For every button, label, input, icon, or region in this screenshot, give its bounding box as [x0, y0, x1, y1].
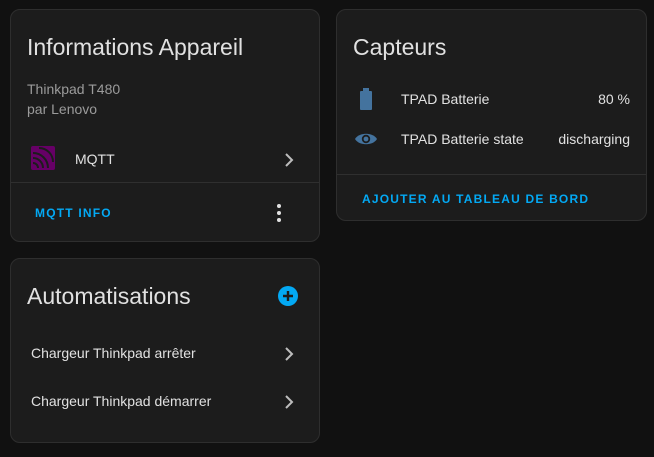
sensor-name: TPAD Batterie — [401, 91, 490, 107]
more-vertical-icon[interactable] — [273, 202, 285, 224]
device-info-title: Informations Appareil — [27, 34, 244, 60]
sensors-card: Capteurs TPAD Batterie 80 % TPAD Batteri… — [336, 9, 647, 221]
sensor-value: discharging — [558, 131, 630, 147]
eye-icon — [354, 129, 378, 149]
battery-icon — [359, 88, 373, 110]
integration-label: MQTT — [75, 151, 115, 167]
automations-title: Automatisations — [27, 283, 191, 309]
automation-item[interactable]: Chargeur Thinkpad démarrer — [11, 385, 319, 419]
device-model: Thinkpad T480 — [27, 81, 121, 97]
sensor-row-battery-state[interactable]: TPAD Batterie state discharging — [337, 126, 646, 152]
sensor-row-battery[interactable]: TPAD Batterie 80 % — [337, 86, 646, 112]
add-to-dashboard-button[interactable]: AJOUTER AU TABLEAU DE BORD — [362, 192, 589, 206]
plus-circle-icon[interactable] — [277, 285, 299, 307]
device-manufacturer: par Lenovo — [27, 101, 98, 117]
automation-item-label: Chargeur Thinkpad démarrer — [31, 393, 212, 409]
automation-item-label: Chargeur Thinkpad arrêter — [31, 345, 196, 361]
device-info-card: Informations Appareil Thinkpad T480 par … — [10, 9, 320, 242]
automations-card: Automatisations Chargeur Thinkpad arrête… — [10, 258, 320, 443]
mqtt-icon — [31, 146, 55, 170]
chevron-right-icon — [285, 347, 294, 361]
chevron-right-icon — [285, 153, 294, 167]
integration-row-mqtt[interactable]: MQTT — [11, 140, 319, 180]
automation-item[interactable]: Chargeur Thinkpad arrêter — [11, 337, 319, 371]
sensor-value: 80 % — [598, 91, 630, 107]
sensors-title: Capteurs — [353, 34, 447, 60]
mqtt-info-button[interactable]: MQTT INFO — [35, 206, 112, 220]
sensors-card-divider — [337, 174, 646, 175]
sensor-name: TPAD Batterie state — [401, 131, 524, 147]
device-card-divider — [11, 182, 319, 183]
chevron-right-icon — [285, 395, 294, 409]
